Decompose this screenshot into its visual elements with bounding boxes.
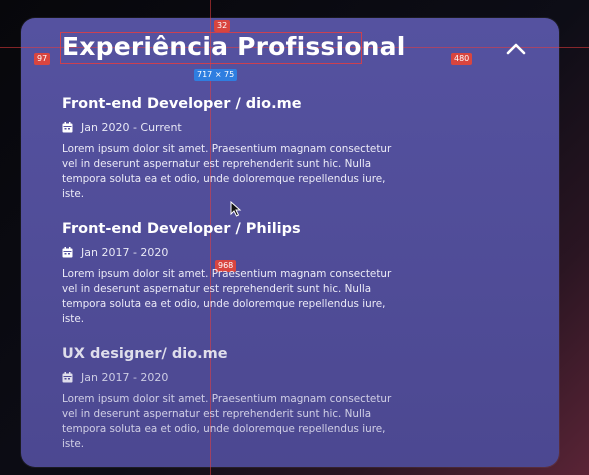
experience-item: Front-end Developer / dio.me Jan 2020 - … [62, 96, 407, 202]
experience-date-row: Jan 2017 - 2020 [62, 246, 407, 259]
experience-date-row: Jan 2017 - 2020 [62, 371, 407, 384]
measure-top: 32 [214, 20, 231, 32]
experience-description: Lorem ipsum dolor sit amet. Praesentium … [62, 393, 392, 450]
section-title: Experiência Profissional [62, 32, 406, 61]
experience-item: Front-end Developer / Philips Jan 2017 -… [62, 221, 407, 327]
measure-right: 480 [451, 53, 473, 65]
experience-description: Lorem ipsum dolor sit amet. Praesentium … [62, 268, 392, 325]
experience-role: UX designer/ dio.me [62, 346, 228, 362]
experience-description: Lorem ipsum dolor sit amet. Praesentium … [62, 143, 392, 200]
chevron-up-icon[interactable] [504, 40, 528, 56]
experience-date: Jan 2017 - 2020 [81, 246, 169, 259]
experience-item: UX designer/ dio.me Jan 2017 - 2020 Lore… [62, 346, 407, 452]
experience-role: Front-end Developer / Philips [62, 221, 301, 237]
measure-size: 717 × 75 [194, 69, 238, 81]
experience-role: Front-end Developer / dio.me [62, 96, 302, 112]
experience-date-row: Jan 2020 - Current [62, 121, 407, 134]
experience-date: Jan 2017 - 2020 [81, 371, 169, 384]
mouse-cursor-icon [230, 201, 242, 217]
measure-left: 97 [34, 53, 51, 65]
calendar-icon [62, 122, 73, 133]
experience-date: Jan 2020 - Current [81, 121, 182, 134]
calendar-icon [62, 247, 73, 258]
calendar-icon [62, 372, 73, 383]
